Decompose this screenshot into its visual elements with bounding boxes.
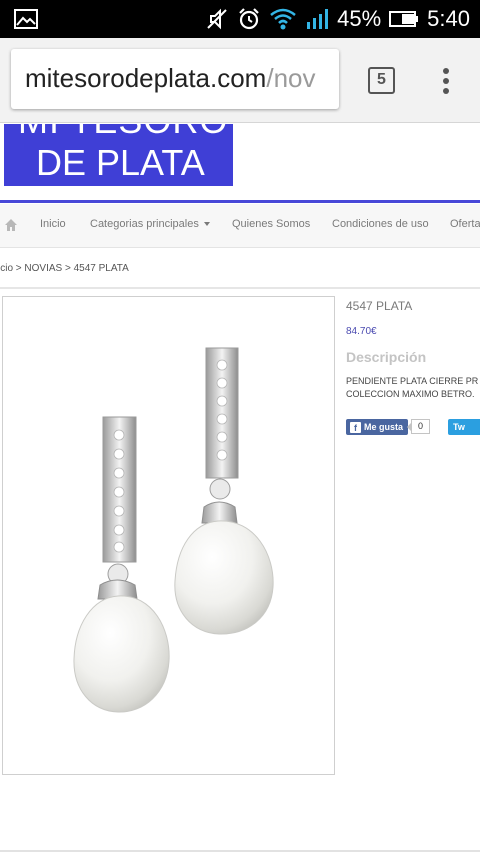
product-price: 84.70€ — [346, 326, 377, 337]
nav-item-categorias[interactable]: Categorias principales — [90, 218, 210, 230]
earrings-illustration — [73, 347, 274, 713]
nav-item-quienes-somos[interactable]: Quienes Somos — [232, 218, 310, 230]
description-heading: Descripción — [346, 349, 427, 365]
logo-line1: MI TESORO — [18, 124, 228, 142]
site-logo[interactable]: MI TESORO DE PLATA — [4, 124, 233, 186]
description-line: PENDIENTE PLATA CIERRE PR — [346, 376, 479, 386]
product-name: 4547 PLATA — [346, 299, 413, 313]
header-divider — [0, 200, 480, 203]
wifi-icon — [270, 8, 296, 30]
breadcrumb-divider — [0, 287, 480, 289]
address-bar[interactable]: mitesorodeplata.com/nov — [11, 49, 339, 109]
nav-item-inicio[interactable]: Inicio — [40, 218, 66, 230]
nav-item-categorias-label: Categorias principales — [90, 218, 199, 230]
nav-item-ofertas[interactable]: Oferta — [450, 218, 480, 230]
battery-percent: 45% — [337, 6, 382, 31]
facebook-icon: f — [350, 422, 361, 433]
facebook-like-count: 0 — [407, 419, 430, 434]
tab-switcher-button[interactable]: 5 — [368, 67, 395, 94]
chevron-down-icon — [203, 222, 210, 227]
breadcrumb[interactable]: icio > NOVIAS > 4547 PLATA — [0, 263, 129, 274]
nav-item-condiciones[interactable]: Condiciones de uso — [332, 218, 429, 230]
browser-toolbar: mitesorodeplata.com/nov 5 — [0, 38, 480, 123]
image-notification-icon — [14, 9, 38, 29]
facebook-like-label: Me gusta — [364, 422, 404, 432]
tweet-button[interactable]: Tw — [448, 419, 480, 435]
mute-icon — [207, 8, 227, 30]
url-host: mitesorodeplata.com — [25, 63, 267, 93]
logo-line2: DE PLATA — [36, 142, 205, 183]
footer-divider — [0, 850, 480, 852]
alarm-icon — [239, 8, 259, 30]
home-icon[interactable] — [4, 218, 18, 232]
facebook-like-button[interactable]: f Me gusta — [346, 419, 409, 435]
overflow-menu-icon[interactable] — [438, 66, 454, 96]
battery-icon — [389, 11, 419, 27]
url-text[interactable]: mitesorodeplata.com/nov — [25, 63, 316, 94]
tweet-label: Tw — [453, 422, 465, 432]
web-page: MI TESORO DE PLATA Inicio Categorias pri… — [0, 124, 480, 854]
description-line: COLECCION MAXIMO BETRO. — [346, 389, 475, 399]
description-text: PENDIENTE PLATA CIERRE PR COLECCION MAXI… — [346, 375, 478, 401]
main-nav: Inicio Categorias principales Quienes So… — [0, 204, 480, 248]
status-bar: 45% 5:40 — [0, 0, 480, 38]
product-image[interactable] — [2, 296, 335, 775]
signal-icon — [307, 9, 329, 29]
url-path: /nov — [266, 63, 316, 93]
clock: 5:40 — [427, 6, 470, 31]
